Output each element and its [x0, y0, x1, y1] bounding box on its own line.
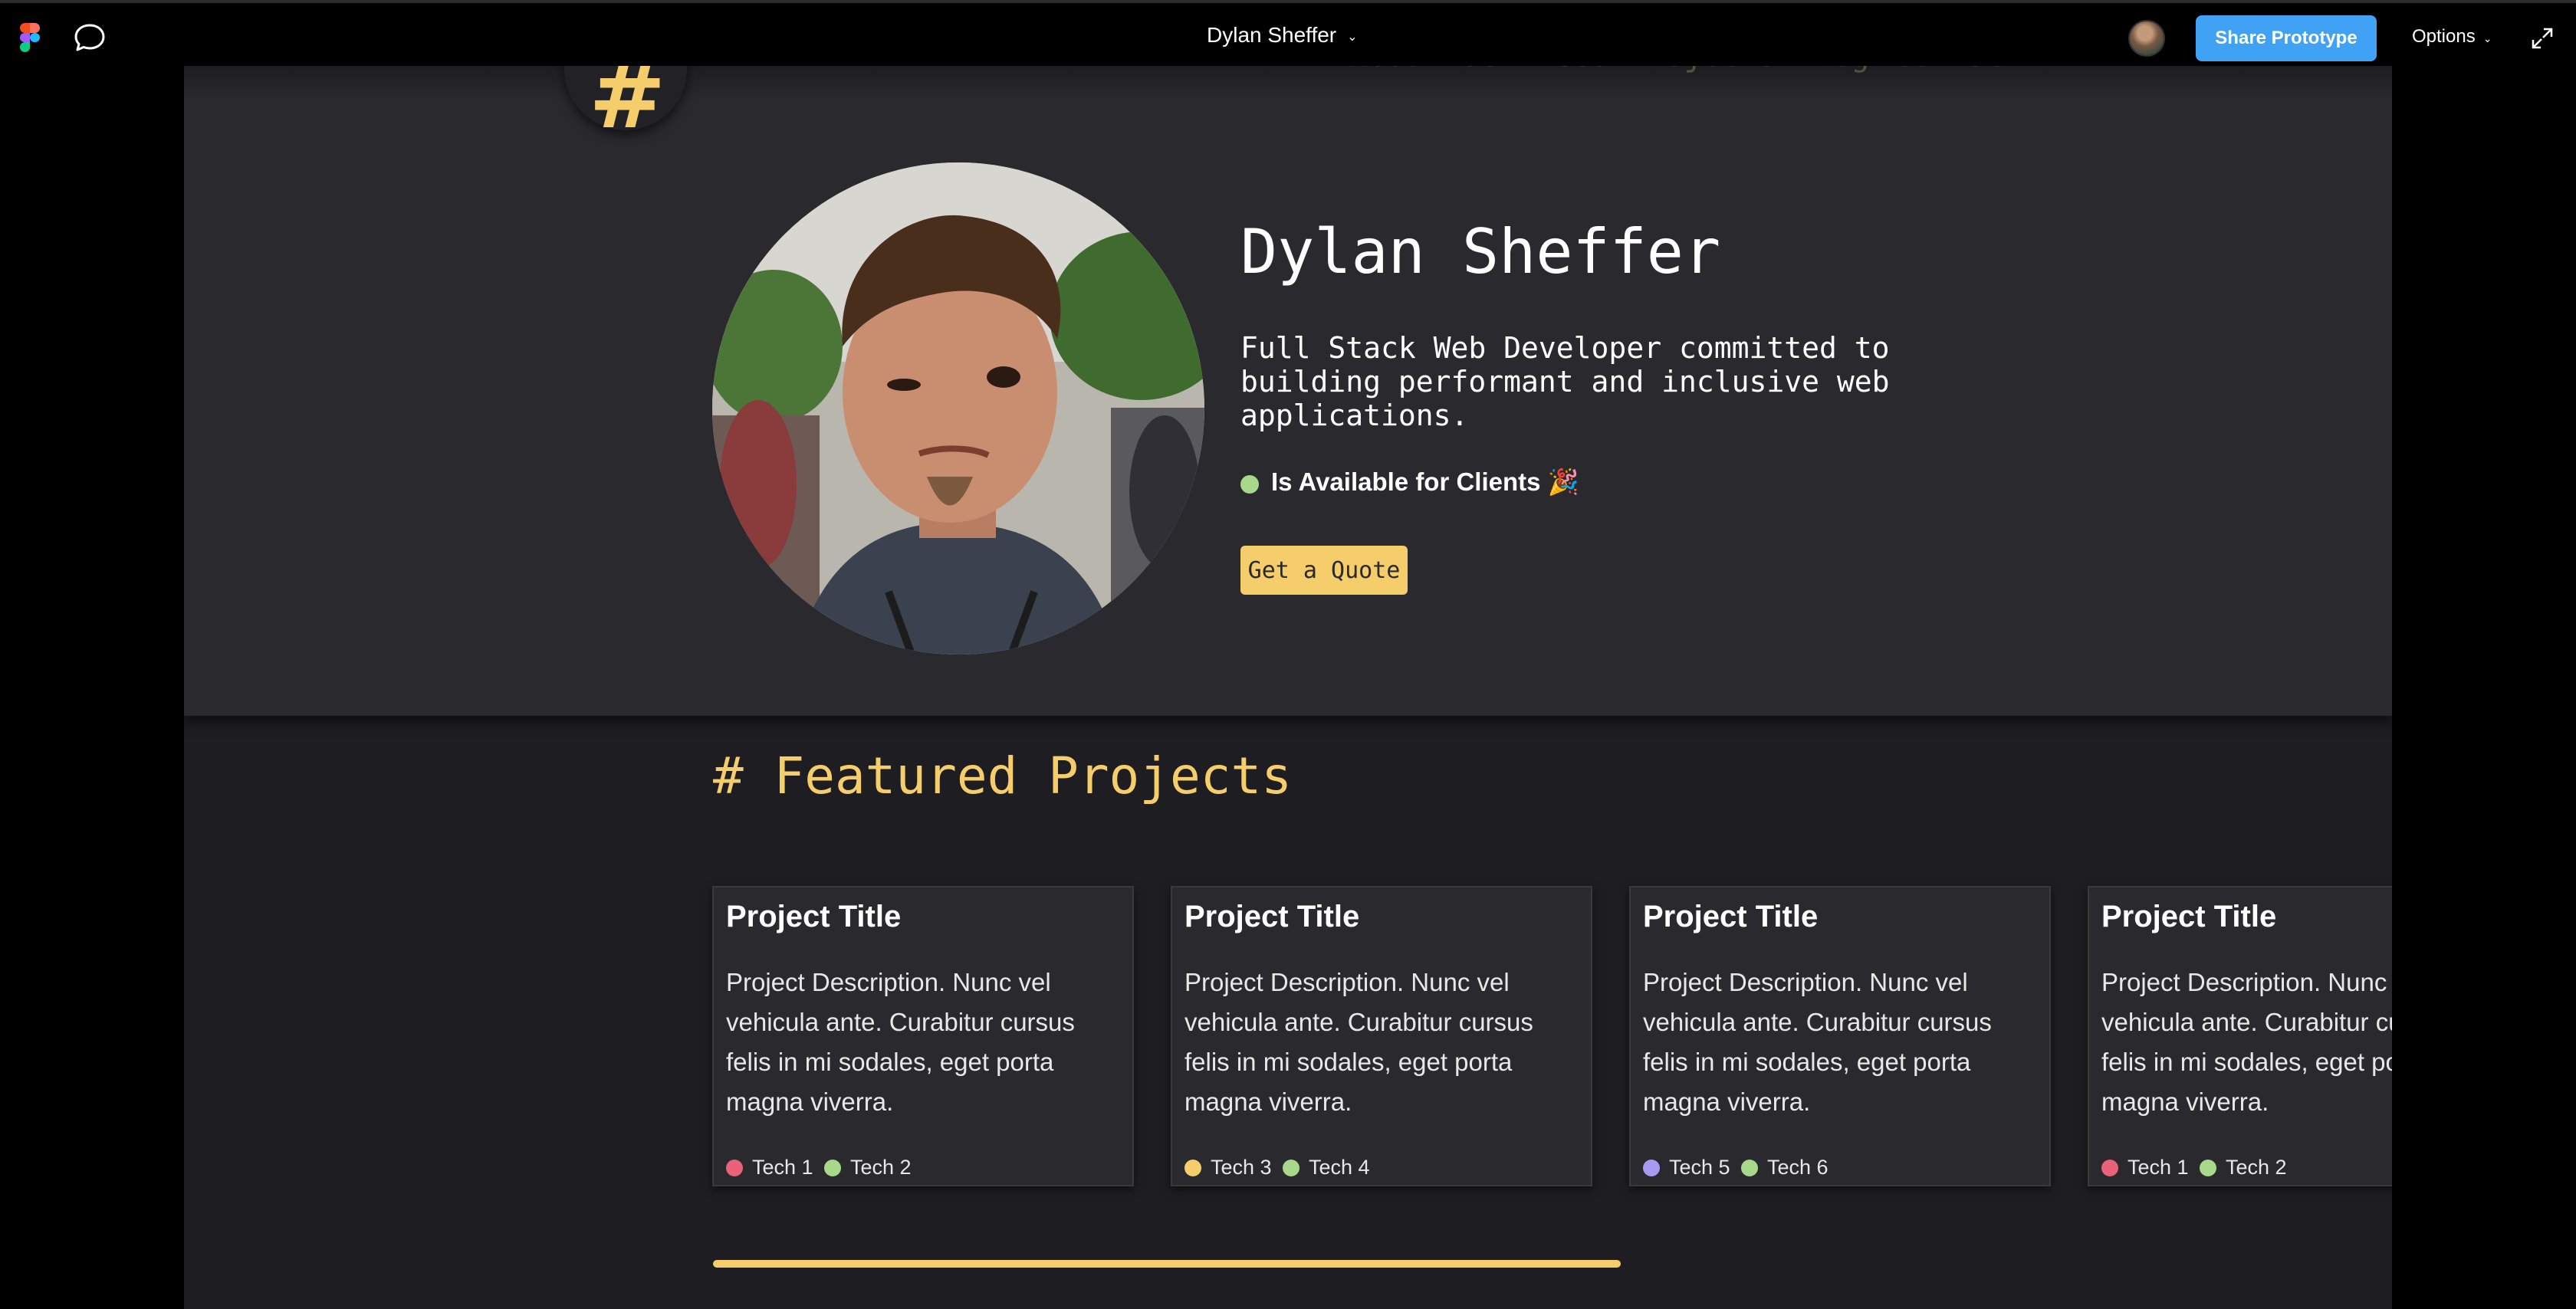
availability-status: Is Available for Clients 🎉 [1271, 468, 1579, 496]
project-description: Project Description. Nunc vel vehicula a… [2101, 968, 2392, 1116]
availability-status-dot [1240, 475, 1259, 494]
project-title: Project Title [1184, 900, 1360, 933]
file-title[interactable]: Dylan Sheffer ⌄ [1207, 23, 1358, 48]
tech-dot [726, 1159, 743, 1176]
hash-logo-icon: # [589, 66, 666, 149]
nav-link-about[interactable]: About [1349, 66, 1441, 74]
nav-link-blog[interactable]: Blog [1796, 66, 1869, 74]
tech-tag: Tech 4 [1283, 1156, 1370, 1179]
tech-dot [1283, 1159, 1300, 1176]
carousel-scrollbar[interactable] [713, 1260, 1621, 1268]
nav-link-contact[interactable]: Contact [1894, 66, 2023, 74]
user-avatar[interactable] [2128, 20, 2165, 57]
tech-tag: Tech 2 [824, 1156, 912, 1179]
tech-tag: Tech 1 [726, 1156, 813, 1179]
share-prototype-button[interactable]: Share Prototype [2196, 15, 2377, 61]
hero-name: Dylan Sheffer [1240, 216, 1721, 287]
project-title: Project Title [2101, 900, 2277, 933]
tech-dot [1184, 1159, 1201, 1176]
tech-tag: Tech 1 [2101, 1156, 2189, 1179]
project-title: Project Title [726, 900, 902, 933]
tech-dot [1643, 1159, 1660, 1176]
project-card[interactable]: Project Title Project Description. Nunc … [712, 886, 1134, 1186]
tech-tag: Tech 3 [1184, 1156, 1272, 1179]
tech-tag: Tech 5 [1643, 1156, 1730, 1179]
options-menu[interactable]: Options ⌄ [2412, 26, 2492, 48]
prototype-frame: # About Services Projects Blog Contact [184, 66, 2392, 1309]
project-description: Project Description. Nunc vel vehicula a… [1184, 968, 1533, 1116]
site-header [184, 66, 2392, 100]
figma-logo-icon[interactable] [20, 23, 40, 52]
figma-toolbar: Dylan Sheffer ⌄ Share Prototype Options ⌄ [0, 0, 2576, 66]
expand-icon[interactable] [2530, 26, 2555, 51]
hero-section: # About Services Projects Blog Contact [184, 66, 2392, 716]
project-card[interactable]: Project Title Project Description. Nunc … [1629, 886, 2051, 1186]
profile-photo [712, 162, 1204, 654]
hero-tagline: Full Stack Web Developer committed to bu… [1240, 331, 1890, 432]
nav-link-services[interactable]: Services [1461, 66, 1609, 74]
tech-dot [2200, 1159, 2216, 1176]
project-description: Project Description. Nunc vel vehicula a… [1643, 968, 1992, 1116]
tech-dot [824, 1159, 841, 1176]
tech-tag: Tech 6 [1741, 1156, 1829, 1179]
chevron-down-icon: ⌄ [2482, 32, 2492, 44]
nav-link-projects[interactable]: Projects [1628, 66, 1776, 74]
chevron-down-icon: ⌄ [1347, 30, 1358, 44]
project-title: Project Title [1643, 900, 1819, 933]
get-a-quote-button[interactable]: Get a Quote [1240, 546, 1408, 595]
tech-dot [1741, 1159, 1758, 1176]
tech-tag: Tech 2 [2200, 1156, 2287, 1179]
project-card[interactable]: Project Title Project Description. Nunc … [1171, 886, 1592, 1186]
tech-dot [2101, 1159, 2118, 1176]
featured-projects-heading: # Featured Projects [713, 746, 1292, 805]
comment-icon[interactable] [74, 23, 106, 52]
project-card[interactable]: Project Title Project Description. Nunc … [2088, 886, 2392, 1186]
project-description: Project Description. Nunc vel vehicula a… [726, 968, 1075, 1116]
